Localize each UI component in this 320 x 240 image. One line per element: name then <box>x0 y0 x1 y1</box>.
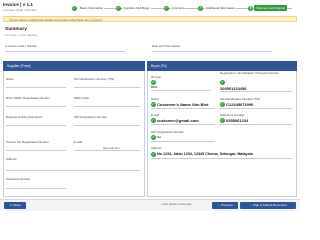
buyer-tin-field <box>220 108 292 109</box>
supplier-tourism-field <box>6 150 66 151</box>
supplier-activity-label: Business Activity Description <box>6 115 43 119</box>
date-issued-field <box>152 51 272 52</box>
supplier-tin-field <box>74 87 140 88</box>
check-icon: ✓ <box>220 118 225 123</box>
previous-label: Previous <box>221 203 233 207</box>
buyer-name-label: Name <box>151 97 159 101</box>
supplier-phone-label: Telephone Number <box>6 177 31 181</box>
check-icon: ✓ <box>220 102 225 107</box>
step-number-icon: 5 <box>248 5 253 11</box>
buyer-email-label: E-mail <box>151 113 160 117</box>
bottom-bar: ✕ Close ✓ Auto saved 1 minute ago ← Prev… <box>0 199 300 211</box>
supplier-brn-field <box>6 106 66 107</box>
buyer-sst-field <box>151 141 215 142</box>
supplier-tin-label: Tax Identification Number (TIN) <box>74 77 114 81</box>
close-label: Close <box>12 203 21 207</box>
buyer-id-type-label: ID Type <box>151 75 161 79</box>
einvoice-code-field <box>5 51 125 52</box>
step-label: Line Item <box>171 6 186 10</box>
supplier-msic-label: MSIC Code <box>74 96 89 100</box>
previous-button[interactable]: ← Previous <box>212 202 238 209</box>
summary-subtitle: e-Invoice | Code / Number <box>5 33 38 37</box>
buyer-address-value: No.1234, Jalan 1234, 12345 Cheras, Selan… <box>157 151 254 156</box>
buyer-email-field <box>151 124 215 125</box>
supplier-tourism-label: Tourism Tax Registration Number <box>6 140 49 144</box>
buyer-address-field <box>151 158 292 159</box>
step-label: Supplier And Buyer <box>123 6 151 10</box>
supplier-email-field <box>74 150 140 151</box>
supplier-brn-label: ROC / BRN / Registration Number <box>6 96 50 100</box>
sign-submit-button[interactable]: → Sign & Submit Document <box>240 202 296 209</box>
step-supplier-and-buyer[interactable]: ✓ Supplier And Buyer <box>116 3 151 13</box>
buyer-registration-field <box>220 91 292 92</box>
date-issued-label: Date and Time Issued <box>152 44 181 48</box>
submit-warning-banner: You are about to submit this details of … <box>3 16 297 22</box>
supplier-sst-label: SST Registration Number <box>74 115 107 119</box>
buyer-address-label: Address <box>151 146 162 150</box>
check-icon: ✓ <box>151 152 156 157</box>
supplier-phone-field <box>6 188 66 189</box>
buyer-tin-value: C12345671990 <box>226 101 254 107</box>
buyer-heading: Buyer (To) <box>147 61 297 71</box>
supplier-heading: Supplier (From) <box>3 61 145 71</box>
supplier-address-label: Address <box>6 157 17 161</box>
check-icon: ✓ <box>220 80 225 85</box>
buyer-registration-label: Registration / Identification / Passport… <box>220 71 279 75</box>
step-basic-information[interactable]: ✓ Basic Information <box>72 3 105 13</box>
close-button[interactable]: ✕ Close <box>4 202 26 209</box>
autosave-text: Auto saved 1 minute ago <box>162 203 192 206</box>
buyer-id-type-field <box>151 90 211 91</box>
step-check-icon: ✓ <box>72 5 77 11</box>
step-label: Additional Information <box>205 6 237 10</box>
supplier-name-label: Name <box>6 77 14 81</box>
buyer-name-value: Customer's Name Sdn Bhd <box>157 101 209 107</box>
buyer-phone-value: 0355661234 <box>226 117 249 123</box>
supplier-address-field <box>6 170 140 171</box>
buyer-phone-field <box>220 124 292 125</box>
buyer-sst-label: SST Registration Number <box>151 130 184 134</box>
buyer-tin-label: Tax Identification Number (TIN) <box>220 97 260 101</box>
check-icon: ✓ <box>151 135 156 140</box>
step-label: Summary And Submit <box>254 5 288 11</box>
stepper: ✓ Basic Information ✓ Supplier And Buyer… <box>72 3 298 13</box>
supplier-name-field <box>6 87 66 88</box>
buyer-phone-label: Telephone Number <box>220 113 245 117</box>
buyer-registration-value: 200501123456 <box>220 85 247 91</box>
submit-label: Sign & Submit Document <box>253 203 287 207</box>
einvoice-code-label: e-Invoice Code / Number <box>5 44 38 48</box>
step-check-icon: ✓ <box>198 5 203 11</box>
check-icon: ✓ <box>151 102 156 107</box>
step-check-icon: ✓ <box>116 5 121 11</box>
supplier-email-label: E-mail <box>74 140 83 144</box>
document-title: Invoice | v 1.1 <box>3 2 33 7</box>
step-line-item[interactable]: ✓ Line Item <box>164 3 186 13</box>
buyer-name-field <box>151 108 215 109</box>
buyer-email-value: customer@gmail.com <box>157 117 199 123</box>
step-check-icon: ✓ <box>164 5 169 11</box>
summary-title: Summary <box>5 27 27 32</box>
supplier-msic-field <box>74 106 140 107</box>
buyer-sst-value: NA <box>157 135 162 139</box>
step-summary-and-submit[interactable]: 5 Summary And Submit <box>248 3 288 13</box>
autosave-note: ✓ Auto saved 1 minute ago <box>160 203 191 206</box>
step-additional-information[interactable]: ✓ Additional Information <box>198 3 237 13</box>
document-subtitle: e-Invoice Code / Number <box>3 8 37 12</box>
supplier-activity-field <box>6 125 66 126</box>
step-label: Basic Information <box>79 6 105 10</box>
buyer-id-type-value: BRN <box>151 85 158 89</box>
check-icon: ✓ <box>151 118 156 123</box>
supplier-sst-field <box>74 125 140 126</box>
